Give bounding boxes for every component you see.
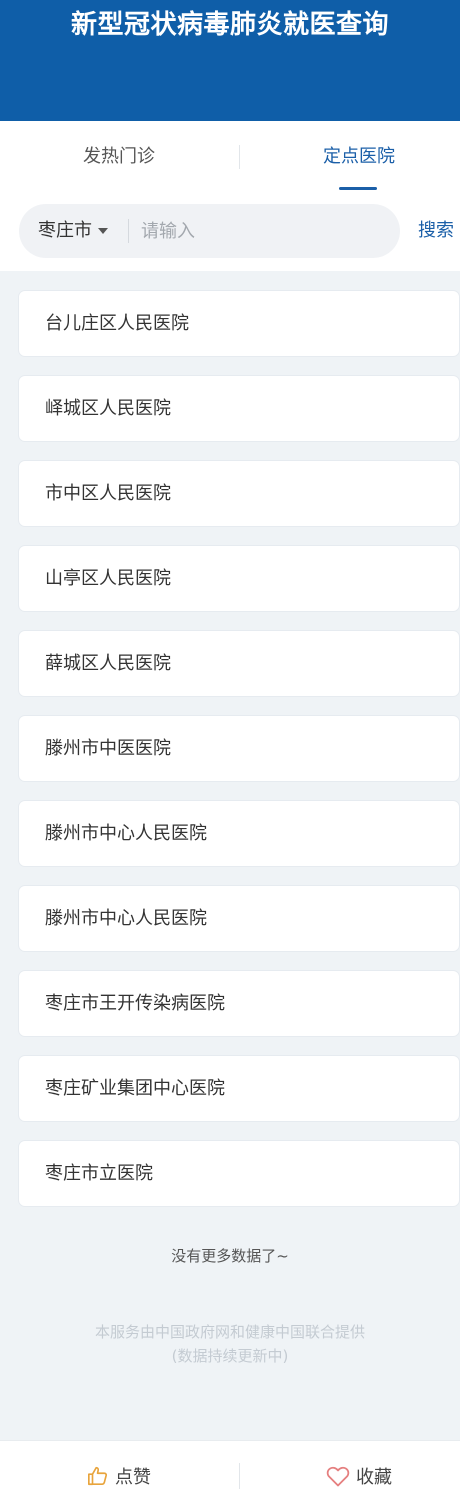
list-item[interactable]: 市中区人民医院 [18, 460, 460, 527]
search-input[interactable] [141, 204, 391, 258]
footer-line-2: (数据持续更新中) [171, 1347, 289, 1365]
search-box: 枣庄市 [19, 204, 400, 258]
favorite-button[interactable]: 收藏 [240, 1441, 460, 1509]
city-select[interactable]: 枣庄市 [38, 204, 108, 258]
app-header: 新型冠状病毒肺炎就医查询 [0, 0, 460, 121]
list-end-text: 没有更多数据了~ [171, 1247, 289, 1265]
footer-note: 本服务由中国政府网和健康中国联合提供 (数据持续更新中) [0, 1320, 460, 1368]
list-item[interactable]: 峄城区人民医院 [18, 375, 460, 442]
like-button[interactable]: 点赞 [0, 1441, 238, 1509]
list-item[interactable]: 滕州市中心人民医院 [18, 800, 460, 867]
search-bar: 枣庄市 搜索 [0, 194, 460, 271]
list-item[interactable]: 滕州市中心人民医院 [18, 885, 460, 952]
list-item[interactable]: 滕州市中医医院 [18, 715, 460, 782]
caret-down-icon [98, 228, 108, 234]
list-item[interactable]: 薛城区人民医院 [18, 630, 460, 697]
footer-line-1: 本服务由中国政府网和健康中国联合提供 [94, 1323, 365, 1341]
heart-icon [326, 1466, 350, 1486]
like-label: 点赞 [115, 1466, 151, 1488]
tab-bar: 发热门诊 定点医院 [0, 121, 460, 194]
list-item[interactable]: 台儿庄区人民医院 [18, 290, 460, 357]
list-item[interactable]: 枣庄市立医院 [18, 1140, 460, 1207]
tab-designated-hospital[interactable]: 定点医院 [240, 121, 460, 194]
list-item[interactable]: 枣庄市王开传染病医院 [18, 970, 460, 1037]
thumbs-up-icon [88, 1466, 108, 1485]
active-tab-indicator [339, 187, 377, 190]
list-item[interactable]: 枣庄矿业集团中心医院 [18, 1055, 460, 1122]
page-title: 新型冠状病毒肺炎就医查询 [70, 10, 389, 40]
tab-fever-clinic[interactable]: 发热门诊 [0, 121, 238, 194]
favorite-label: 收藏 [356, 1466, 392, 1488]
select-divider [128, 219, 129, 243]
list-item[interactable]: 山亭区人民医院 [18, 545, 460, 612]
search-button[interactable]: 搜索 [418, 204, 454, 258]
city-select-label: 枣庄市 [38, 220, 92, 241]
bottom-action-bar: 点赞 收藏 [0, 1440, 460, 1509]
